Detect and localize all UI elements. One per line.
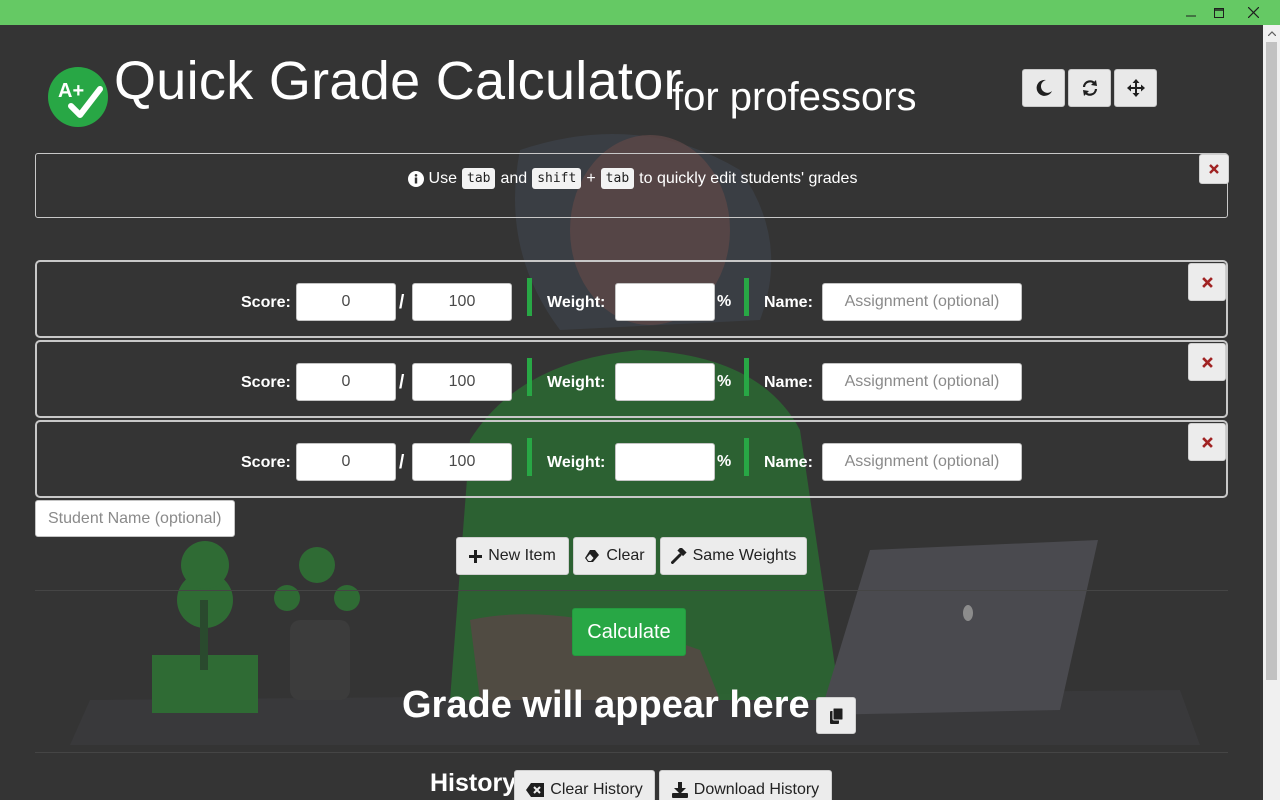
name-label: Name: <box>764 294 813 311</box>
divider-bar <box>527 438 532 476</box>
plus-icon <box>469 549 483 563</box>
percent-label: % <box>717 293 732 310</box>
kbd-tab: tab <box>462 168 496 189</box>
grade-item-row: Score: / Weight: % Name: <box>35 340 1228 418</box>
copy-icon <box>829 707 843 724</box>
copy-button[interactable] <box>816 697 856 734</box>
assignment-name-input[interactable] <box>822 283 1022 321</box>
same-weights-button[interactable]: Same Weights <box>660 537 807 575</box>
clear-button[interactable]: Clear <box>573 537 656 575</box>
backspace-icon <box>526 783 545 797</box>
new-item-button[interactable]: New Item <box>456 537 569 575</box>
divider-bar <box>527 278 532 316</box>
grade-item-row: Score: / Weight: % Name: <box>35 260 1228 338</box>
hammer-icon <box>670 548 687 564</box>
score-label: Score: <box>241 294 291 311</box>
remove-item-button[interactable] <box>1188 263 1226 301</box>
divider-bar <box>744 358 749 396</box>
download-history-label: Download History <box>693 781 820 798</box>
weight-input[interactable] <box>615 283 715 321</box>
remove-item-button[interactable] <box>1188 423 1226 461</box>
percent-label: % <box>717 373 732 390</box>
tip-alert: Use tab and shift + tab to quickly edit … <box>35 153 1229 218</box>
info-icon <box>407 170 424 187</box>
close-x-icon <box>1201 276 1213 288</box>
history-title: History <box>430 769 517 797</box>
close-tip-button[interactable] <box>1199 154 1229 184</box>
percent-label: % <box>717 453 732 470</box>
download-icon <box>671 782 688 798</box>
assignment-name-input[interactable] <box>822 443 1022 481</box>
total-input[interactable] <box>412 363 512 401</box>
name-label: Name: <box>764 454 813 471</box>
calculate-button[interactable]: Calculate <box>572 608 686 656</box>
vertical-scrollbar[interactable] <box>1263 25 1280 800</box>
divider <box>35 590 1228 591</box>
student-name-input[interactable] <box>35 500 235 537</box>
close-x-icon <box>1201 436 1213 448</box>
close-x-icon <box>1209 164 1219 174</box>
kbd-tab-2: tab <box>600 168 635 189</box>
weight-label: Weight: <box>547 454 606 471</box>
eraser-icon <box>585 550 600 562</box>
dark-mode-button[interactable] <box>1022 69 1065 107</box>
refresh-button[interactable] <box>1068 69 1111 107</box>
window-titlebar <box>0 0 1280 25</box>
slash-label: / <box>399 452 405 473</box>
tip-rest: to quickly edit students' grades <box>639 169 858 187</box>
assignment-name-input[interactable] <box>822 363 1022 401</box>
refresh-icon <box>1082 80 1097 96</box>
download-history-button[interactable]: Download History <box>659 770 832 800</box>
total-input[interactable] <box>412 443 512 481</box>
tip-plus: + <box>586 169 596 187</box>
slash-label: / <box>399 292 405 313</box>
close-x-icon <box>1201 356 1213 368</box>
moon-icon <box>1036 79 1052 96</box>
page-subtitle: for professors <box>672 75 917 119</box>
clear-history-label: Clear History <box>550 781 643 798</box>
new-item-label: New Item <box>488 547 556 564</box>
divider-bar <box>744 278 749 316</box>
app-logo: A+ <box>48 67 108 127</box>
scrollbar-thumb[interactable] <box>1266 42 1277 680</box>
tip-text: Use tab and shift + tab to quickly edit … <box>36 168 1229 189</box>
close-icon[interactable] <box>1230 0 1276 25</box>
weight-input[interactable] <box>615 363 715 401</box>
slash-label: / <box>399 372 405 393</box>
clear-history-button[interactable]: Clear History <box>514 770 655 800</box>
score-label: Score: <box>241 454 291 471</box>
weight-label: Weight: <box>547 294 606 311</box>
grade-item-row: Score: / Weight: % Name: <box>35 420 1228 498</box>
same-weights-label: Same Weights <box>692 547 797 564</box>
kbd-shift: shift <box>532 168 582 189</box>
score-input[interactable] <box>296 283 396 321</box>
score-label: Score: <box>241 374 291 391</box>
page-title: Quick Grade Calculator <box>114 51 682 111</box>
grade-result: Grade will appear here <box>402 684 810 726</box>
scroll-up-arrow-icon[interactable] <box>1263 25 1280 42</box>
tip-use: Use <box>428 169 457 187</box>
clear-label: Clear <box>606 547 645 564</box>
score-input[interactable] <box>296 443 396 481</box>
weight-label: Weight: <box>547 374 606 391</box>
total-input[interactable] <box>412 283 512 321</box>
score-input[interactable] <box>296 363 396 401</box>
tip-and: and <box>500 169 528 187</box>
divider-bar <box>744 438 749 476</box>
logo-text: A+ <box>58 80 84 102</box>
remove-item-button[interactable] <box>1188 343 1226 381</box>
name-label: Name: <box>764 374 813 391</box>
divider-bar <box>527 358 532 396</box>
move-icon <box>1126 79 1145 97</box>
weight-input[interactable] <box>615 443 715 481</box>
move-button[interactable] <box>1114 69 1157 107</box>
divider <box>35 752 1228 753</box>
